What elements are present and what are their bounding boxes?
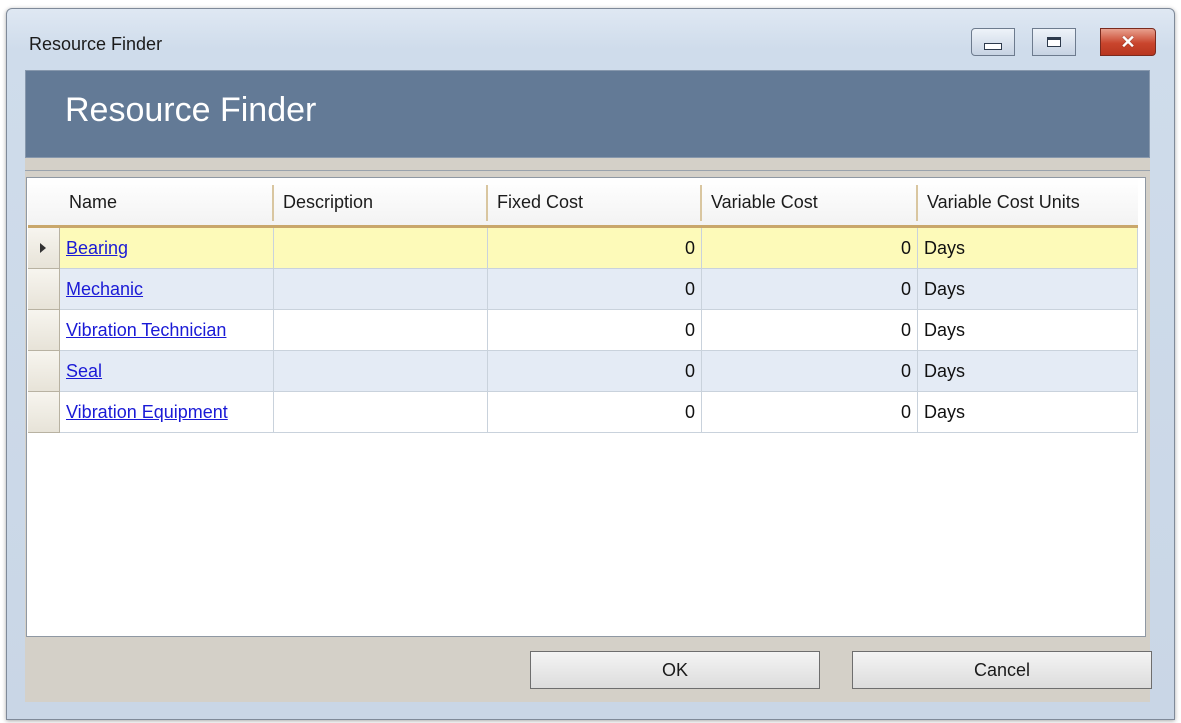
- cell-fixed-cost: 0: [488, 228, 702, 269]
- cell-variable-cost: 0: [702, 228, 918, 269]
- cell-variable-cost-units: Days: [918, 392, 1138, 433]
- cell-description: [274, 392, 488, 433]
- cell-name: Vibration Equipment: [60, 392, 274, 433]
- separator-line: [25, 170, 1150, 171]
- window-title: Resource Finder: [29, 34, 163, 54]
- cell-variable-cost: 0: [702, 392, 918, 433]
- column-header-name[interactable]: Name: [60, 179, 272, 225]
- ok-button[interactable]: OK: [530, 651, 820, 689]
- cell-variable-cost: 0: [702, 269, 918, 310]
- cell-fixed-cost: 0: [488, 392, 702, 433]
- column-header-variable-cost-units[interactable]: Variable Cost Units: [918, 179, 1136, 225]
- cell-variable-cost-units: Days: [918, 310, 1138, 351]
- cell-description: [274, 228, 488, 269]
- cell-variable-cost: 0: [702, 310, 918, 351]
- dialog-body: Resource Finder Name Description Fixed C…: [25, 70, 1152, 702]
- resource-link[interactable]: Bearing: [66, 238, 128, 258]
- resource-link[interactable]: Vibration Technician: [66, 320, 226, 340]
- resource-link[interactable]: Vibration Equipment: [66, 402, 228, 422]
- row-selector[interactable]: [28, 310, 60, 351]
- minimize-icon: [984, 42, 1002, 50]
- page-title: Resource Finder: [65, 91, 317, 129]
- cell-name: Seal: [60, 351, 274, 392]
- maximize-button[interactable]: [1032, 28, 1076, 56]
- row-selector[interactable]: [28, 351, 60, 392]
- table-row[interactable]: Vibration Equipment 0 0 Days: [28, 392, 1138, 433]
- table-row[interactable]: Seal 0 0 Days: [28, 351, 1138, 392]
- resource-grid: Name Description Fixed Cost Variable Cos…: [26, 177, 1146, 637]
- column-header-variable-cost[interactable]: Variable Cost: [702, 179, 916, 225]
- resource-link[interactable]: Seal: [66, 361, 102, 381]
- cell-description: [274, 269, 488, 310]
- maximize-icon: [1047, 37, 1061, 47]
- cancel-button[interactable]: Cancel: [852, 651, 1152, 689]
- cell-name: Mechanic: [60, 269, 274, 310]
- table-row[interactable]: Mechanic 0 0 Days: [28, 269, 1138, 310]
- cell-description: [274, 351, 488, 392]
- column-header-description[interactable]: Description: [274, 179, 486, 225]
- cell-variable-cost-units: Days: [918, 351, 1138, 392]
- header-banner: Resource Finder: [25, 70, 1150, 158]
- column-header-fixed-cost[interactable]: Fixed Cost: [488, 179, 700, 225]
- row-selector[interactable]: [28, 392, 60, 433]
- resource-link[interactable]: Mechanic: [66, 279, 143, 299]
- cell-name: Vibration Technician: [60, 310, 274, 351]
- close-icon: ✕: [1120, 32, 1136, 52]
- close-button[interactable]: ✕: [1100, 28, 1156, 56]
- cell-fixed-cost: 0: [488, 310, 702, 351]
- cell-description: [274, 310, 488, 351]
- cell-variable-cost-units: Days: [918, 269, 1138, 310]
- minimize-button[interactable]: [971, 28, 1015, 56]
- table-row[interactable]: Vibration Technician 0 0 Days: [28, 310, 1138, 351]
- cell-fixed-cost: 0: [488, 351, 702, 392]
- row-selector[interactable]: [28, 269, 60, 310]
- cell-variable-cost: 0: [702, 351, 918, 392]
- cell-fixed-cost: 0: [488, 269, 702, 310]
- row-selector[interactable]: [28, 228, 60, 269]
- cell-name: Bearing: [60, 228, 274, 269]
- table-row[interactable]: Bearing 0 0 Days: [28, 228, 1138, 269]
- cell-variable-cost-units: Days: [918, 228, 1138, 269]
- triangle-right-icon: [40, 243, 46, 253]
- grid-header: Name Description Fixed Cost Variable Cos…: [28, 179, 1138, 228]
